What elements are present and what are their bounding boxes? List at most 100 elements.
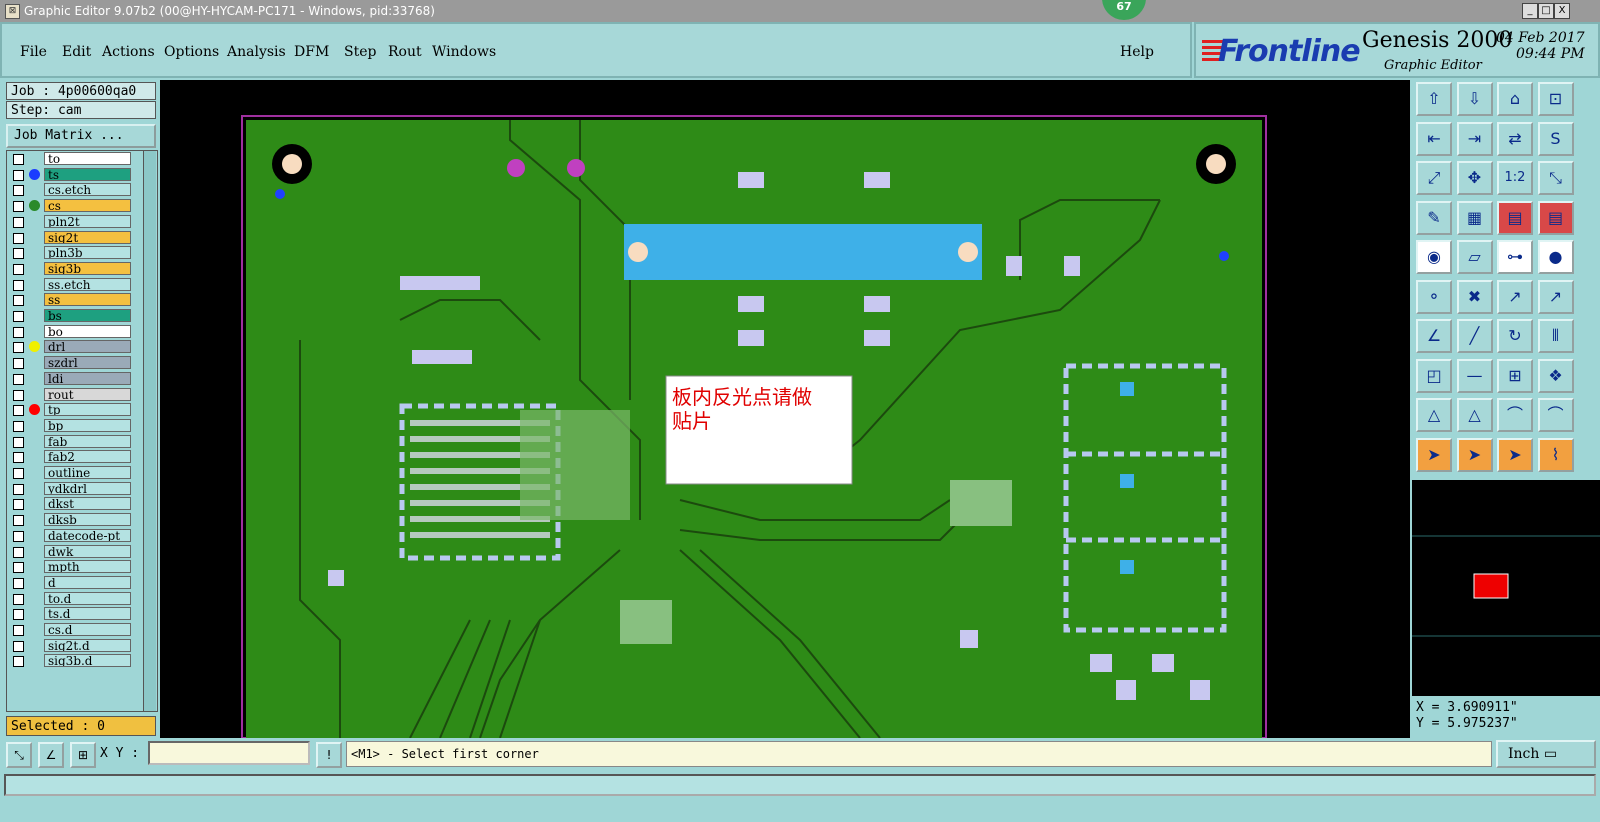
home-icon[interactable]: ⌂ [1497,82,1533,116]
layer-checkbox[interactable] [13,609,24,621]
pointer-icon[interactable]: ➤ [1416,437,1452,472]
layer-checkbox[interactable] [13,515,24,527]
layer-row-sig2t.d[interactable]: sig2t.d [7,638,137,653]
layer-label[interactable]: to [44,152,131,165]
layer-label[interactable]: dksb [44,513,131,527]
layer-row-to.d[interactable]: to.d [7,591,137,606]
menu-windows[interactable]: Windows [432,44,496,60]
close-button[interactable]: X [1554,3,1570,19]
layer-label[interactable]: tp [44,403,131,417]
layer-checkbox[interactable] [13,593,24,605]
layer-label[interactable]: pln3b [44,246,131,260]
layer-row-pln3b[interactable]: pln3b [7,246,137,260]
layer-checkbox[interactable] [13,216,24,228]
layer-label[interactable]: cs.d [44,623,131,636]
command-line[interactable] [4,774,1596,796]
layer-row-bp[interactable]: bp [7,418,137,433]
layer-checkbox[interactable] [13,326,24,338]
layer-label[interactable]: pln2t [44,214,131,228]
arch-alt-icon[interactable]: ⌒ [1537,398,1574,432]
layer-checkbox[interactable] [13,201,24,213]
layer-checkbox[interactable] [13,263,24,275]
layer-list-scrollbar[interactable] [143,151,156,711]
angle-icon[interactable]: ∠ [1416,319,1452,353]
layer-row-fab2[interactable]: fab2 [7,450,137,464]
layer-label[interactable]: ss [44,293,131,307]
zoom-center-icon[interactable]: ✥ [1456,161,1493,195]
job-matrix-button[interactable]: Job Matrix ... [6,124,156,148]
alert-icon[interactable]: ! [316,742,342,768]
layer-label[interactable]: cs [44,199,131,213]
layer-row-outline[interactable]: outline [7,466,137,480]
zoom-out-icon[interactable]: ⤡ [1537,161,1574,195]
dot-icon[interactable]: ● [1537,240,1574,274]
measure-icon[interactable]: ⊞ [1497,358,1533,393]
layer-label[interactable]: dkst [44,497,131,511]
arch-icon[interactable]: ⌒ [1497,398,1533,432]
arrow-node-icon[interactable]: ↗ [1537,279,1574,314]
camera-icon[interactable]: ◉ [1416,240,1452,274]
pointer-box-icon[interactable]: ➤ [1456,437,1493,472]
snap-icon[interactable]: ⤡ [6,742,32,768]
route-icon[interactable]: ⌇ [1537,437,1574,472]
pan-right-icon[interactable]: ⇥ [1456,121,1493,156]
shape-add-icon[interactable]: ◰ [1416,358,1452,393]
layer-checkbox[interactable] [13,483,24,495]
layer-checkbox[interactable] [13,546,24,558]
menu-options[interactable]: Options [164,44,219,60]
blob-icon[interactable]: ❖ [1537,358,1574,393]
zoom-home-icon[interactable]: ⇧ [1416,82,1452,116]
layer-checkbox[interactable] [13,169,24,181]
layer-checkbox[interactable] [13,185,24,197]
layer-label[interactable]: rout [44,387,131,401]
layer-row-cs.etch[interactable]: cs.etch [7,183,137,197]
layer-row-pln2t[interactable]: pln2t [7,214,137,229]
graphic-canvas[interactable]: 板内反光点请做 贴片 [160,80,1410,738]
layer-label[interactable]: bo [44,324,131,338]
layer-row-sig2t[interactable]: sig2t [7,230,137,245]
layer-checkbox[interactable] [13,358,24,370]
layer-checkbox[interactable] [13,154,24,165]
layer-label[interactable]: fab2 [44,450,131,464]
layers-red-alt-icon[interactable]: ▤ [1537,200,1574,235]
layer-row-rout[interactable]: rout [7,387,137,402]
layer-label[interactable]: ts [44,167,131,181]
pointer-alt-icon[interactable]: ➤ [1497,437,1533,472]
layer-row-ts.d[interactable]: ts.d [7,607,137,621]
layer-label[interactable]: ydkdrl [44,481,131,495]
layer-checkbox[interactable] [13,311,24,322]
pan-left-icon[interactable]: ⇤ [1416,121,1452,156]
menu-dfm[interactable]: DFM [294,44,329,60]
layer-checkbox[interactable] [13,562,24,574]
layer-checkbox[interactable] [13,405,24,417]
cross-icon[interactable]: ✖ [1456,279,1493,314]
layer-checkbox[interactable] [13,625,24,636]
fork-icon[interactable]: ⫴ [1537,319,1574,353]
layer-checkbox[interactable] [13,232,24,244]
layer-checkbox[interactable] [13,452,24,464]
connect-icon[interactable]: ⚬ [1416,279,1452,314]
layer-row-ldi[interactable]: ldi [7,371,137,386]
layer-checkbox[interactable] [13,530,24,542]
palette-icon[interactable]: ✎ [1416,200,1452,235]
layer-row-cs[interactable]: cs [7,199,137,213]
layer-row-tp[interactable]: tp [7,403,137,417]
layer-checkbox[interactable] [13,279,24,291]
layer-checkbox[interactable] [13,295,24,307]
maximize-button[interactable]: □ [1538,3,1554,19]
layer-label[interactable]: drl [44,340,131,354]
layer-label[interactable]: bp [44,418,131,432]
minimize-button[interactable]: _ [1522,3,1538,19]
layer-label[interactable]: bs [44,309,131,322]
layer-row-ss[interactable]: ss [7,293,137,307]
triangle-icon[interactable]: △ [1416,398,1452,432]
overview-window[interactable] [1412,480,1600,696]
layer-row-dwk[interactable]: dwk [7,544,137,559]
menu-step[interactable]: Step [344,44,376,60]
layer-row-sig3b.d[interactable]: sig3b.d [7,654,137,668]
menu-analysis[interactable]: Analysis [227,44,286,60]
line-icon[interactable]: ╱ [1456,319,1493,353]
layer-label[interactable]: sig3b.d [44,654,131,668]
layer-row-dkst[interactable]: dkst [7,497,137,511]
zoom-in-icon[interactable]: ⤢ [1416,161,1452,195]
